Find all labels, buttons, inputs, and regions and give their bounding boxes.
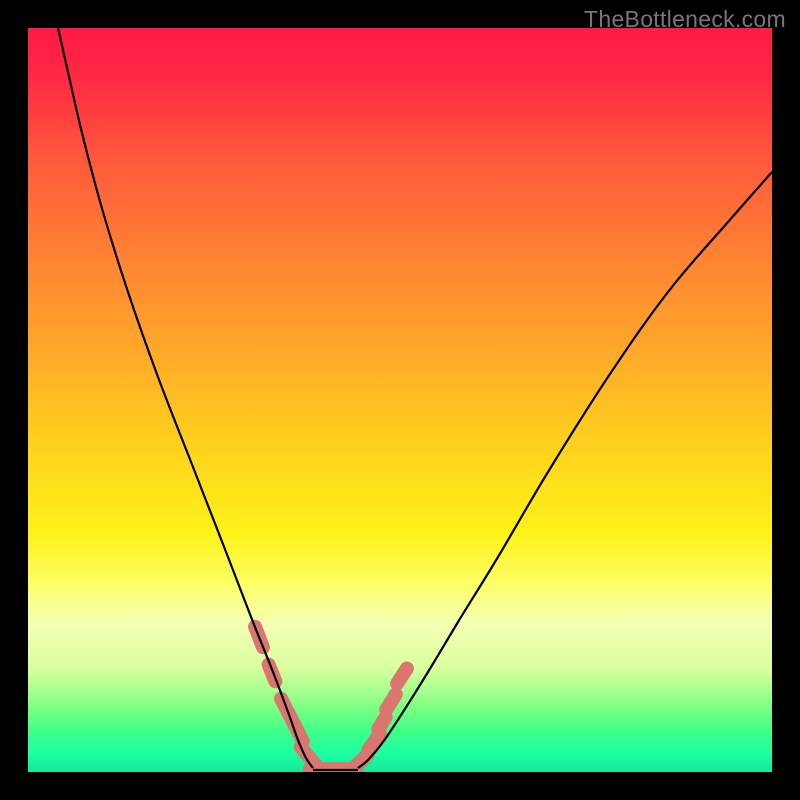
dash-right-5 [397,668,407,683]
chart-frame: TheBottleneck.com [0,0,800,800]
chart-svg [28,28,772,772]
dash-right-3 [378,717,385,729]
watermark-label: TheBottleneck.com [584,6,786,33]
gradient-bg [28,28,772,772]
plot-area [28,28,772,772]
dash-right-4 [386,694,396,709]
